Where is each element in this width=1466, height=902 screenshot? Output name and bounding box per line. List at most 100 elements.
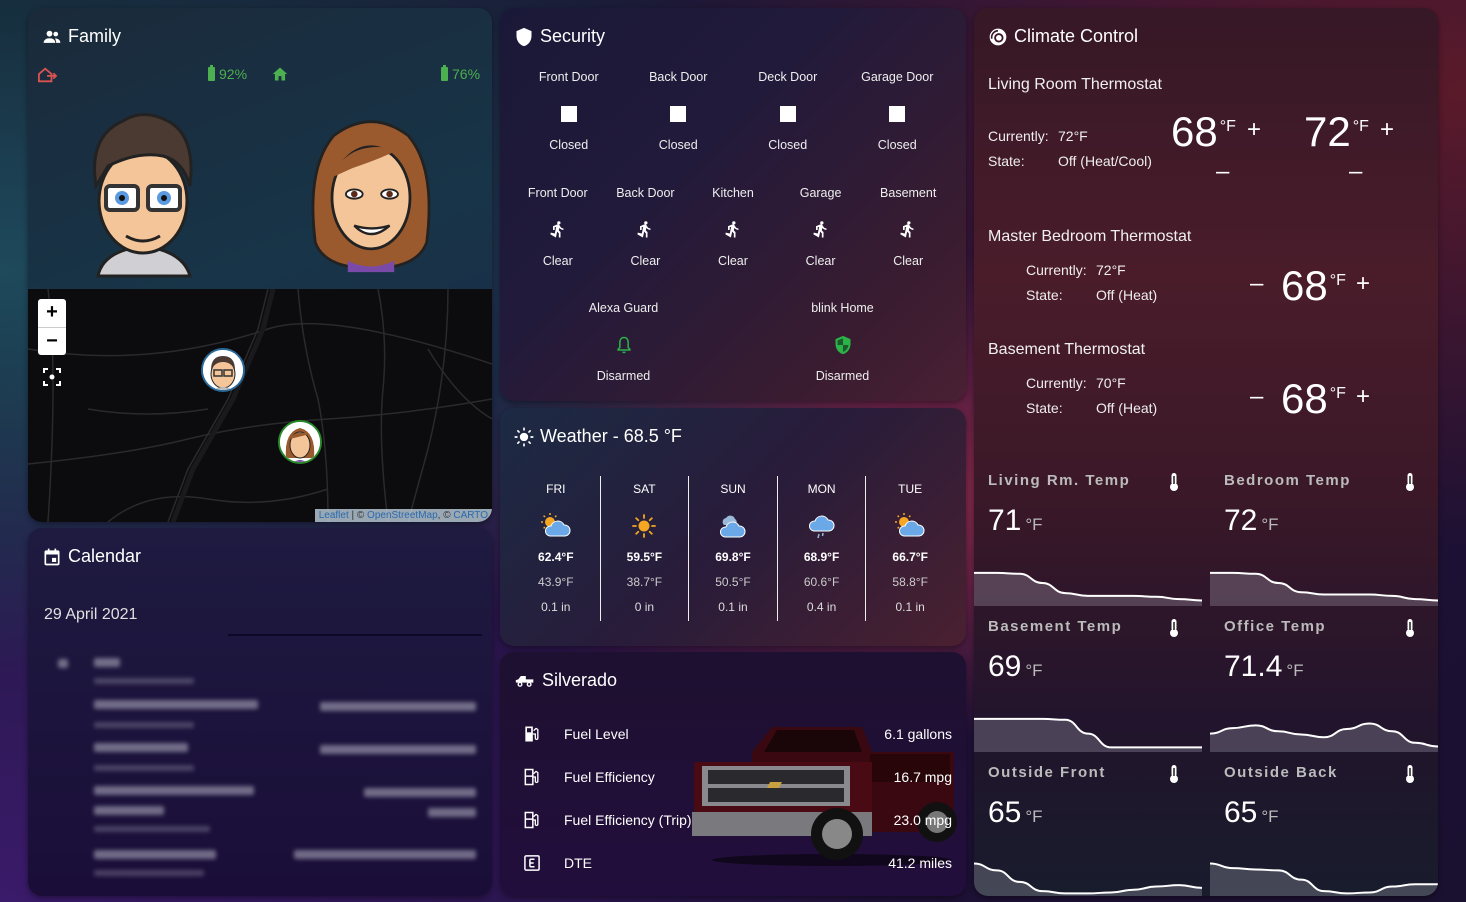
thermometer-icon <box>1406 619 1414 637</box>
calendar-event[interactable] <box>94 850 216 859</box>
truck-fuel-efficiency-row[interactable]: Fuel Efficiency 16.7 mpg <box>522 767 952 787</box>
sensor-office-temp[interactable]: Office Temp 71.4 °F <box>1210 606 1438 752</box>
sensor-living-rm-temp[interactable]: Living Rm. Temp 71 °F <box>974 460 1202 606</box>
sunny-icon <box>632 514 657 538</box>
climate-title: Climate Control <box>988 26 1138 47</box>
person-1-status[interactable] <box>36 66 58 84</box>
motion-sensor-kitchen[interactable]: Kitchen Clear <box>689 186 777 268</box>
thermostat-basement-info: Currently: 70°F State: Off (Heat) <box>1026 375 1158 416</box>
partly-cloudy-icon <box>895 513 925 537</box>
sensor-name: Basement Temp <box>988 618 1123 635</box>
setpoint-decrease-button[interactable]: – <box>1250 385 1263 409</box>
door-sensor-garage-door[interactable]: Garage Door Closed <box>843 70 953 152</box>
walk-icon <box>725 221 739 238</box>
motion-sensor-front-door[interactable]: Front Door Clear <box>514 186 602 268</box>
map-zoom-out-button[interactable]: − <box>38 327 66 355</box>
map-zoom-in-button[interactable]: + <box>38 299 66 327</box>
forecast-day[interactable]: SAT 59.5°F 38.7°F 0 in <box>599 476 689 621</box>
calendar-event[interactable] <box>94 658 120 667</box>
carto-link[interactable]: CARTO <box>453 510 488 521</box>
calendar-event[interactable] <box>94 743 188 752</box>
sensor-history-graph <box>974 717 1202 752</box>
forecast-day[interactable]: TUE 66.7°F 58.8°F 0.1 in <box>865 476 954 621</box>
forecast-day[interactable]: SUN 69.8°F 50.5°F 0.1 in <box>688 476 777 621</box>
battery-icon <box>441 65 448 81</box>
person-1-avatar <box>203 350 243 390</box>
sensor-outside-front[interactable]: Outside Front 65 °F <box>974 752 1202 896</box>
calendar-icon <box>44 548 60 565</box>
setpoint-low-increase-button[interactable]: + <box>1247 118 1261 142</box>
motion-sensor-basement[interactable]: Basement Clear <box>864 186 952 268</box>
sunny-icon <box>514 426 534 447</box>
setpoint-increase-button[interactable]: + <box>1356 272 1370 296</box>
person-2-status[interactable] <box>271 66 289 82</box>
motion-sensor-back-door[interactable]: Back Door Clear <box>602 186 690 268</box>
calendar-card: Calendar 29 April 2021 <box>28 528 492 896</box>
thermostat-name: Living Room Thermostat <box>988 76 1162 93</box>
calendar-event[interactable] <box>94 786 254 795</box>
openstreetmap-link[interactable]: OpenStreetMap <box>367 510 438 521</box>
setpoint-increase-button[interactable]: + <box>1356 385 1370 409</box>
forecast-day[interactable]: MON 68.9°F 60.6°F 0.4 in <box>776 476 866 621</box>
family-title: Family <box>42 26 121 47</box>
door-sensor-deck-door[interactable]: Deck Door Closed <box>733 70 843 152</box>
alarm-alexa-guard[interactable]: Alexa Guard Disarmed <box>514 301 733 383</box>
setpoint-high-decrease-button[interactable]: – <box>1349 160 1362 184</box>
door-closed-icon <box>670 106 687 122</box>
sensor-name: Living Rm. Temp <box>988 472 1131 489</box>
truck-dte-row[interactable]: DTE 41.2 miles <box>522 853 952 873</box>
truck-fuel-efficiency-trip-row[interactable]: Fuel Efficiency (Trip) 23.0 mpg <box>522 810 952 830</box>
person-1-avatar[interactable] <box>78 106 208 284</box>
setpoint-low-decrease-button[interactable]: – <box>1216 160 1229 184</box>
sensor-history-graph <box>1210 862 1438 896</box>
shield-half-full-icon <box>835 335 850 355</box>
account-group-icon <box>43 30 61 43</box>
setpoint-decrease-button[interactable]: – <box>1250 272 1263 296</box>
sensor-name: Outside Back <box>1224 764 1338 781</box>
setpoint: 68 °F <box>1281 375 1346 422</box>
thermostat-dial-icon <box>989 28 1007 45</box>
weather-title: Weather - 68.5 °F <box>514 426 682 447</box>
sensor-history-graph <box>974 862 1202 896</box>
door-sensor-back-door[interactable]: Back Door Closed <box>624 70 734 152</box>
sensor-basement-temp[interactable]: Basement Temp 69 °F <box>974 606 1202 752</box>
person-2-battery: 76% <box>441 65 480 82</box>
sensor-bedroom-temp[interactable]: Bedroom Temp 72 °F <box>1210 460 1438 606</box>
sensor-outside-back[interactable]: Outside Back 65 °F <box>1210 752 1438 896</box>
sensor-value: 71 °F <box>988 504 1043 537</box>
map-attribution: Leaflet | © OpenStreetMap, © CARTO <box>314 509 492 522</box>
family-map[interactable]: + − Leaflet | © OpenStreetMap, © CARTO <box>28 289 492 522</box>
setpoint-low: 68 °F <box>1171 108 1236 155</box>
map-marker-person-2[interactable] <box>278 420 322 464</box>
sensor-name: Office Temp <box>1224 618 1327 635</box>
motion-sensor-garage[interactable]: Garage Clear <box>777 186 865 268</box>
map-fit-bounds-icon[interactable] <box>42 367 62 387</box>
leaflet-link[interactable]: Leaflet <box>319 510 349 521</box>
alarm-blink-home[interactable]: blink Home Disarmed <box>733 301 952 383</box>
sensor-value: 65 °F <box>988 796 1043 829</box>
thermostat-living-room-info: Currently: 72°F State: Off (Heat/Cool) <box>988 128 1152 169</box>
thermostat-name: Master Bedroom Thermostat <box>988 228 1192 245</box>
walk-icon <box>900 221 914 238</box>
weather-card: Weather - 68.5 °F FRI 62.4°F 43.9°F 0.1 … <box>500 408 966 646</box>
person-2-avatar[interactable] <box>306 106 436 284</box>
gas-station-icon <box>525 726 539 742</box>
climate-card: Climate Control Living Room Thermostat C… <box>974 8 1438 896</box>
event-indicator <box>58 659 68 668</box>
home-export-icon <box>38 67 58 83</box>
sensor-value: 72 °F <box>1224 504 1279 537</box>
silverado-title: Silverado <box>514 670 617 691</box>
sensor-history-graph <box>1210 571 1438 606</box>
thermometer-icon <box>1170 473 1178 491</box>
calendar-event[interactable] <box>94 700 258 709</box>
shield-icon <box>516 27 532 46</box>
setpoint-high-increase-button[interactable]: + <box>1380 118 1394 142</box>
sensor-history-graph <box>974 571 1202 606</box>
calendar-divider <box>228 634 482 636</box>
map-marker-person-1[interactable] <box>201 348 245 392</box>
door-sensor-front-door[interactable]: Front Door Closed <box>514 70 624 152</box>
truck-fuel-level-row[interactable]: Fuel Level 6.1 gallons <box>522 724 952 744</box>
thermometer-icon <box>1170 619 1178 637</box>
forecast-day[interactable]: FRI 62.4°F 43.9°F 0.1 in <box>512 476 600 621</box>
security-card: Security Front Door Closed Back Door Clo… <box>500 8 966 401</box>
